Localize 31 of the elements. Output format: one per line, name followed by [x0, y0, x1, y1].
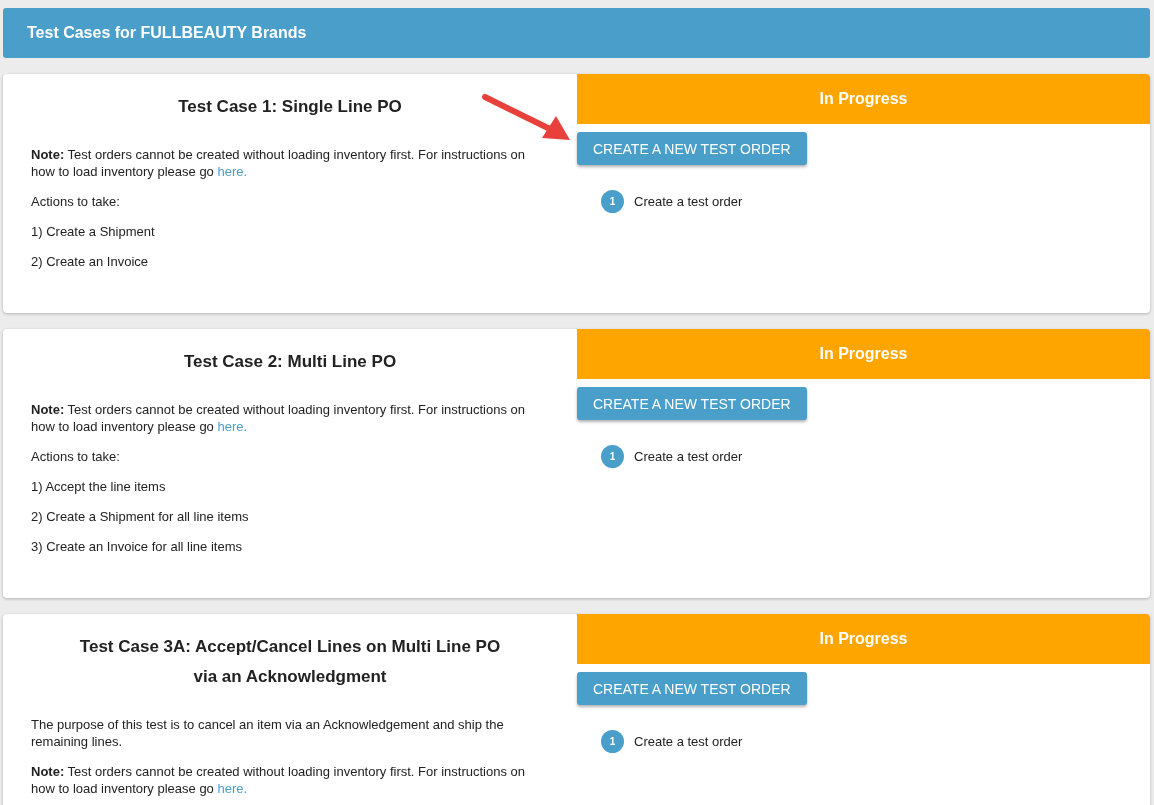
step-number-badge: 1 — [601, 730, 624, 753]
test-case-title: Test Case 3A: Accept/Cancel Lines on Multi Line PO via an Acknowledgment — [78, 636, 502, 688]
create-test-order-button[interactable]: CREATE A NEW TEST ORDER — [577, 672, 807, 705]
action-item: 2) Create an Invoice — [31, 253, 150, 270]
action-item: 1) Accept the line items — [31, 478, 167, 495]
step-number-badge: 1 — [601, 445, 624, 468]
test-case-title: Test Case 1: Single Line PO — [177, 96, 403, 118]
here-link[interactable]: here. — [217, 781, 248, 796]
step-label: Create a test order — [634, 734, 743, 749]
here-link[interactable]: here. — [217, 419, 248, 434]
page-header: Test Cases for FULLBEAUTY Brands — [3, 8, 1150, 58]
step-label: Create a test order — [634, 449, 743, 464]
actions-heading: Actions to take: — [31, 448, 121, 465]
note-text: Note: Test orders cannot be created without loading inventory first. For instructions on how to load inventory please go here. — [31, 146, 526, 180]
note-text: Note: Test orders cannot be created without loading inventory first. For instructions on how to load inventory please go here. — [31, 401, 526, 435]
status-bar: In Progress — [577, 329, 1150, 379]
note-text: Note: Test orders cannot be created without loading inventory first. For instructions on how to load inventory please go here. — [31, 763, 526, 797]
status-bar: In Progress — [577, 614, 1150, 664]
actions-heading: Actions to take: — [31, 193, 121, 210]
action-item: 1) Create a Shipment — [31, 223, 156, 240]
description-text: The purpose of this test is to cancel an item via an Acknowledgement and ship the remaining lines. — [31, 716, 505, 750]
annotation-arrow-icon — [482, 94, 570, 140]
create-test-order-button[interactable]: CREATE A NEW TEST ORDER — [577, 387, 807, 420]
test-case-title: Test Case 2: Multi Line PO — [182, 351, 398, 373]
status-bar: In Progress — [577, 74, 1150, 124]
action-item: 2) Create a Shipment for all line items — [31, 508, 250, 525]
create-test-order-button[interactable]: CREATE A NEW TEST ORDER — [577, 132, 807, 165]
step-label: Create a test order — [634, 194, 743, 209]
action-item: 3) Create an Invoice for all line items — [31, 538, 243, 555]
step-number-badge: 1 — [601, 190, 624, 213]
here-link[interactable]: here. — [217, 164, 248, 179]
